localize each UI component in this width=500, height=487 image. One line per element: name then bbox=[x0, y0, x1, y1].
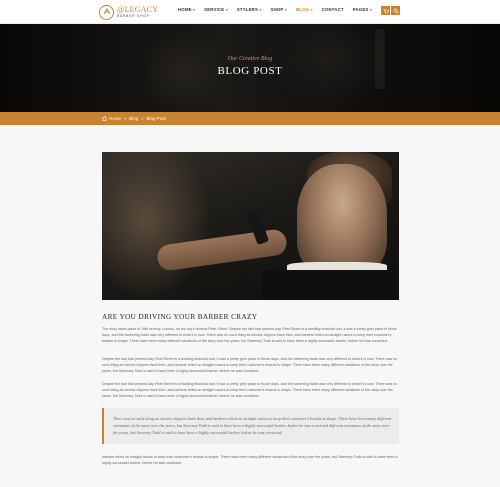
breadcrumb-blog-link[interactable]: Blog bbox=[129, 116, 138, 121]
nav-item-shop[interactable]: SHOP ▾ bbox=[271, 7, 287, 12]
page-hero-banner: Our Creative Blog BLOG POST bbox=[0, 24, 500, 112]
site-logo[interactable]: @LEGACY BARBER SHOP bbox=[99, 3, 158, 21]
nav-item-pages[interactable]: PAGES ▾ bbox=[353, 7, 372, 12]
nav-label: SERVICE bbox=[204, 7, 225, 12]
nav-item-blog[interactable]: BLOG ▾ bbox=[296, 7, 313, 12]
blog-content: ARE YOU DRIVING YOUR BARBER CRAZY The st… bbox=[0, 125, 500, 487]
breadcrumb-bar: Home » Blog » Blog Post bbox=[0, 112, 500, 125]
nav-item-home[interactable]: HOME ▾ bbox=[178, 7, 195, 12]
nav-item-service[interactable]: SERVICE ▾ bbox=[204, 7, 228, 12]
main-nav: HOME ▾ SERVICE ▾ STYLERS ▾ SHOP ▾ BLOG ▾ CONT… bbox=[178, 7, 381, 12]
nav-label: HOME bbox=[178, 7, 192, 12]
breadcrumb-current: Blog Post bbox=[146, 115, 166, 121]
nav-label: BLOG bbox=[295, 7, 310, 12]
barber-logo-icon bbox=[99, 4, 114, 20]
nav-label: STYLERS bbox=[236, 7, 259, 12]
post-paragraph: Despite the fact that present-day Fleet … bbox=[102, 357, 398, 374]
chevron-down-icon: ▾ bbox=[285, 7, 287, 12]
chevron-right-icon: » bbox=[141, 115, 144, 121]
cart-icon bbox=[383, 8, 389, 13]
cart-button[interactable] bbox=[381, 6, 390, 15]
breadcrumb: Home » Blog » Blog Post bbox=[102, 116, 166, 121]
hero-subtitle: Our Creative Blog bbox=[227, 56, 273, 62]
post-paragraph: The story takes place in 19th century Lo… bbox=[102, 327, 397, 344]
chevron-right-icon: » bbox=[124, 115, 127, 121]
blockquote-text: There was no such thing as electric clip… bbox=[113, 416, 392, 436]
nav-item-contact[interactable]: CONTACT bbox=[322, 7, 344, 12]
post-blockquote: There was no such thing as electric clip… bbox=[102, 408, 399, 444]
chevron-down-icon: ▾ bbox=[369, 7, 372, 12]
chevron-down-icon: ▾ bbox=[193, 7, 196, 12]
home-icon bbox=[102, 115, 107, 121]
nav-label: PAGES bbox=[352, 7, 369, 12]
page-title: BLOG POST bbox=[217, 65, 283, 77]
chevron-down-icon: ▾ bbox=[310, 7, 313, 12]
nav-label: SHOP bbox=[270, 7, 284, 12]
chevron-down-icon: ▾ bbox=[259, 7, 262, 12]
search-button[interactable] bbox=[391, 6, 400, 15]
chevron-down-icon: ▾ bbox=[225, 7, 228, 12]
nav-item-stylers[interactable]: STYLERS ▾ bbox=[237, 7, 262, 12]
post-heading: ARE YOU DRIVING YOUR BARBER CRAZY bbox=[102, 313, 258, 321]
search-icon bbox=[393, 8, 399, 14]
post-paragraph: barbers relied on straight razors to kee… bbox=[102, 455, 398, 466]
brand-tagline: BARBER SHOP bbox=[117, 13, 150, 18]
post-featured-image bbox=[102, 152, 399, 300]
nav-label: CONTACT bbox=[321, 7, 344, 12]
post-paragraph: Despite the fact that present-day Fleet … bbox=[102, 382, 398, 399]
brand-name: @LEGACY bbox=[117, 4, 159, 14]
breadcrumb-home-link[interactable]: Home bbox=[109, 116, 121, 121]
site-header: @LEGACY BARBER SHOP HOME ▾ SERVICE ▾ STYLE… bbox=[0, 0, 500, 24]
